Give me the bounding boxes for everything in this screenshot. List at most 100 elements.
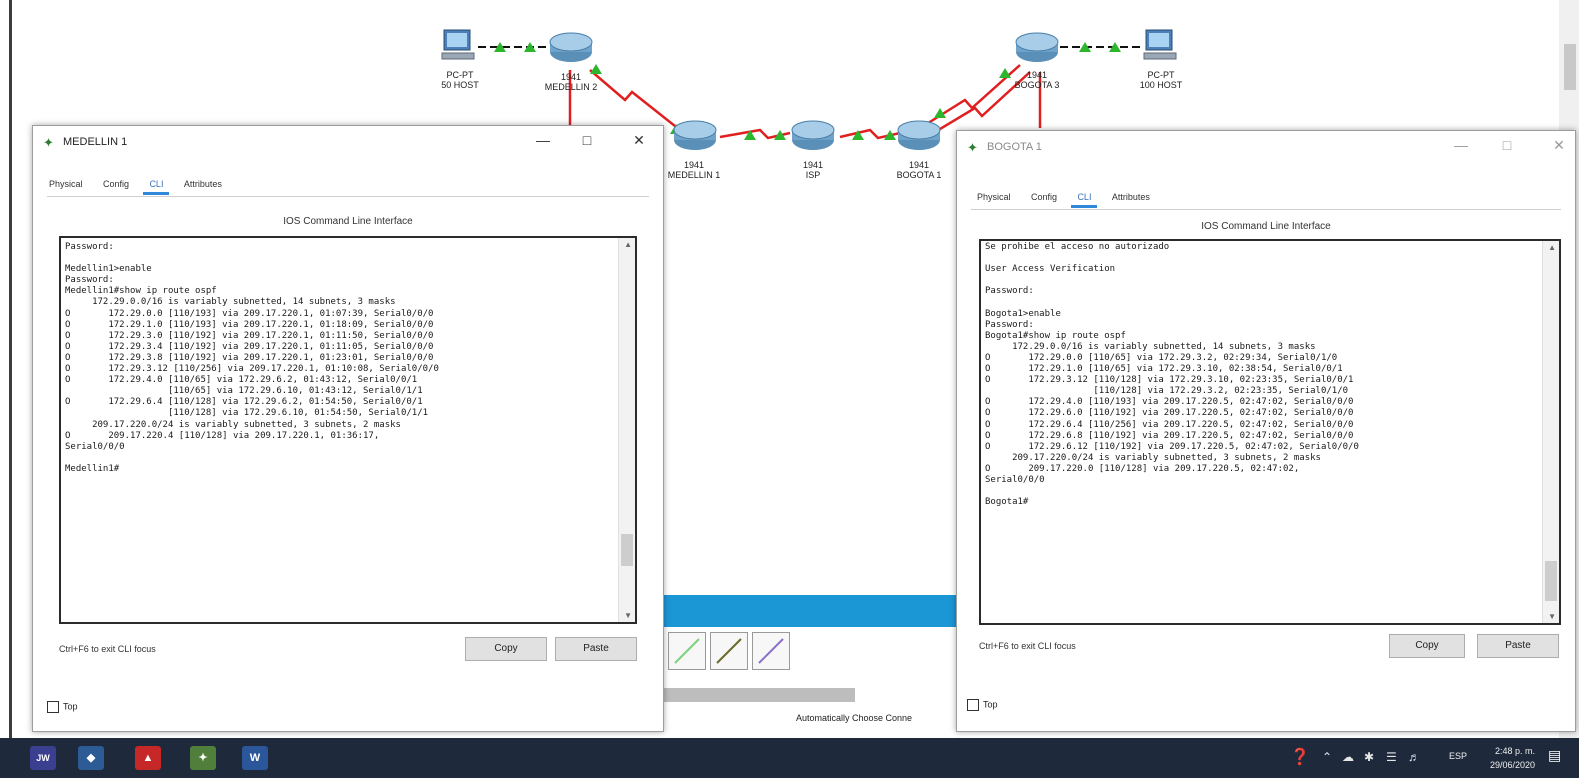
- pc-medellin-device[interactable]: [440, 28, 476, 64]
- top-label: Top: [63, 701, 78, 712]
- device-type-toolbar: [662, 595, 957, 627]
- terminal-scroll-thumb[interactable]: [621, 534, 633, 566]
- top-checkbox[interactable]: Top: [967, 699, 998, 711]
- window-titlebar[interactable]: ✦ BOGOTA 1 — □ ✕: [957, 131, 1575, 161]
- terminal-line: O 172.29.3.4 [110/192] via 209.17.220.1,…: [65, 341, 434, 352]
- tabs-divider: [47, 196, 649, 197]
- minimize-button[interactable]: —: [1451, 137, 1471, 153]
- volume-icon[interactable]: ♬: [1408, 750, 1420, 764]
- cable-purple-button[interactable]: [752, 632, 790, 670]
- router-bogota1-device[interactable]: [896, 120, 942, 152]
- scroll-down-icon[interactable]: ▼: [1548, 612, 1556, 621]
- cable-straight-button[interactable]: [668, 632, 706, 670]
- taskbar-clock[interactable]: 2:48 p. m. 29/06/2020: [1490, 744, 1535, 772]
- cloud-icon[interactable]: ☁: [1342, 750, 1354, 764]
- tab-config[interactable]: Config: [101, 179, 131, 193]
- terminal-line: Password:: [985, 286, 1034, 297]
- router-medellin1-device[interactable]: [672, 120, 718, 152]
- pdf-app-icon[interactable]: ▲: [135, 746, 161, 770]
- terminal-line: Password:: [65, 275, 114, 286]
- pc-icon: [1143, 29, 1177, 60]
- medellin1-window: ✦ MEDELLIN 1 — □ ✕ Physical Config CLI A…: [32, 125, 664, 732]
- pc-bogota-label: PC-PT 100 HOST: [1139, 70, 1183, 90]
- tabs-divider: [971, 209, 1561, 210]
- chevron-up-icon[interactable]: ⌃: [1322, 750, 1332, 764]
- router-icon: [549, 32, 593, 62]
- router-bogota3-device[interactable]: [1014, 32, 1060, 64]
- tab-cli[interactable]: CLI: [1071, 192, 1098, 208]
- network-app-icon[interactable]: ◆: [78, 746, 104, 770]
- terminal-line: 209.17.220.0/24 is variably subnetted, 3…: [985, 452, 1321, 463]
- bluetooth-icon[interactable]: ✱: [1364, 750, 1374, 764]
- language-indicator[interactable]: ESP: [1449, 751, 1467, 761]
- scroll-up-icon[interactable]: ▲: [1548, 243, 1556, 252]
- maximize-button[interactable]: □: [1497, 137, 1517, 153]
- terminal-line: 172.29.0.0/16 is variably subnetted, 14 …: [65, 297, 396, 308]
- terminal-line: O 209.17.220.4 [110/128] via 209.17.220.…: [65, 430, 380, 441]
- router-isp-device[interactable]: [790, 120, 836, 152]
- cable-olive-button[interactable]: [710, 632, 748, 670]
- router-isp-label: 1941 ISP: [802, 160, 824, 180]
- network-icon[interactable]: ☰: [1386, 750, 1397, 764]
- terminal-scrollbar[interactable]: ▲ ▼: [1542, 241, 1559, 623]
- maximize-button[interactable]: □: [577, 132, 597, 148]
- window-titlebar[interactable]: ✦ MEDELLIN 1 — □ ✕: [33, 126, 663, 156]
- terminal-line: O 172.29.6.0 [110/192] via 209.17.220.5,…: [985, 408, 1354, 419]
- router-medellin2-label: 1941 MEDELLIN 2: [544, 72, 598, 92]
- pc-medellin-label: PC-PT 50 HOST: [441, 70, 479, 90]
- close-button[interactable]: ✕: [1549, 137, 1569, 154]
- tab-attributes[interactable]: Attributes: [1110, 192, 1152, 206]
- terminal-line: O 172.29.6.4 [110/128] via 172.29.6.2, 0…: [65, 397, 423, 408]
- scroll-down-icon[interactable]: ▼: [624, 611, 632, 620]
- terminal-line: Medellin1#: [65, 463, 120, 474]
- tab-physical[interactable]: Physical: [975, 192, 1013, 206]
- copy-button[interactable]: Copy: [465, 637, 547, 661]
- jw-app-icon[interactable]: JW: [30, 746, 56, 770]
- router-medellin2-device[interactable]: [548, 32, 594, 64]
- terminal-scrollbar[interactable]: ▲ ▼: [618, 238, 635, 622]
- checkbox-box[interactable]: [967, 699, 979, 711]
- paste-button[interactable]: Paste: [1477, 634, 1559, 658]
- bogota1-window: ✦ BOGOTA 1 — □ ✕ Physical Config CLI Att…: [956, 130, 1576, 732]
- word-app-icon[interactable]: W: [242, 746, 268, 770]
- canvas-scroll-thumb[interactable]: [1564, 44, 1576, 90]
- notifications-icon[interactable]: ▤: [1548, 747, 1566, 767]
- terminal-line: O 172.29.1.0 [110/65] via 172.29.3.10, 0…: [985, 364, 1343, 375]
- cli-focus-hint: Ctrl+F6 to exit CLI focus: [59, 644, 156, 654]
- terminal-line: O 172.29.1.0 [110/193] via 209.17.220.1,…: [65, 319, 434, 330]
- cli-terminal[interactable]: Se prohibe el acceso no autorizado User A…: [979, 239, 1561, 625]
- checkbox-box[interactable]: [47, 701, 59, 713]
- horizontal-scrollbar[interactable]: [662, 688, 855, 702]
- terminal-line: Serial0/0/0: [985, 474, 1045, 485]
- terminal-line: O 172.29.3.12 [110/128] via 172.29.3.10,…: [985, 375, 1354, 386]
- tab-physical[interactable]: Physical: [47, 179, 85, 193]
- router-icon: [673, 120, 717, 150]
- terminal-line: Password:: [985, 319, 1034, 330]
- tab-cli[interactable]: CLI: [143, 179, 170, 195]
- close-button[interactable]: ✕: [629, 132, 649, 149]
- terminal-line: O 172.29.4.0 [110/193] via 209.17.220.5,…: [985, 397, 1354, 408]
- scroll-up-icon[interactable]: ▲: [624, 240, 632, 249]
- packet-tracer-icon[interactable]: ✦: [190, 746, 216, 770]
- terminal-line: O 172.29.0.0 [110/193] via 209.17.220.1,…: [65, 308, 434, 319]
- router-icon: [897, 120, 941, 150]
- paste-button[interactable]: Paste: [555, 637, 637, 661]
- copy-button[interactable]: Copy: [1389, 634, 1465, 658]
- cli-terminal[interactable]: Password: Medellin1>enable Password: Medell…: [59, 236, 637, 624]
- taskbar: JW ◆ ▲ ✦ W ❓ ⌃ ☁ ✱ ☰ ♬ ESP 2:48 p. m. 29…: [0, 738, 1579, 778]
- top-checkbox[interactable]: Top: [47, 701, 78, 713]
- tab-config[interactable]: Config: [1029, 192, 1059, 206]
- minimize-button[interactable]: —: [533, 132, 553, 148]
- cli-focus-hint: Ctrl+F6 to exit CLI focus: [979, 641, 1076, 651]
- terminal-line: O 172.29.3.8 [110/192] via 209.17.220.1,…: [65, 352, 434, 363]
- terminal-line: O 172.29.4.0 [110/65] via 172.29.6.2, 01…: [65, 375, 418, 386]
- ios-cli-heading: IOS Command Line Interface: [1201, 221, 1331, 232]
- tab-attributes[interactable]: Attributes: [182, 179, 224, 193]
- pc-bogota-device[interactable]: [1142, 28, 1178, 64]
- terminal-scroll-thumb[interactable]: [1545, 561, 1557, 601]
- pc-icon: [441, 29, 475, 60]
- terminal-line: [110/128] via 172.29.6.10, 01:54:50, Ser…: [65, 408, 429, 419]
- help-icon[interactable]: ❓: [1290, 747, 1310, 767]
